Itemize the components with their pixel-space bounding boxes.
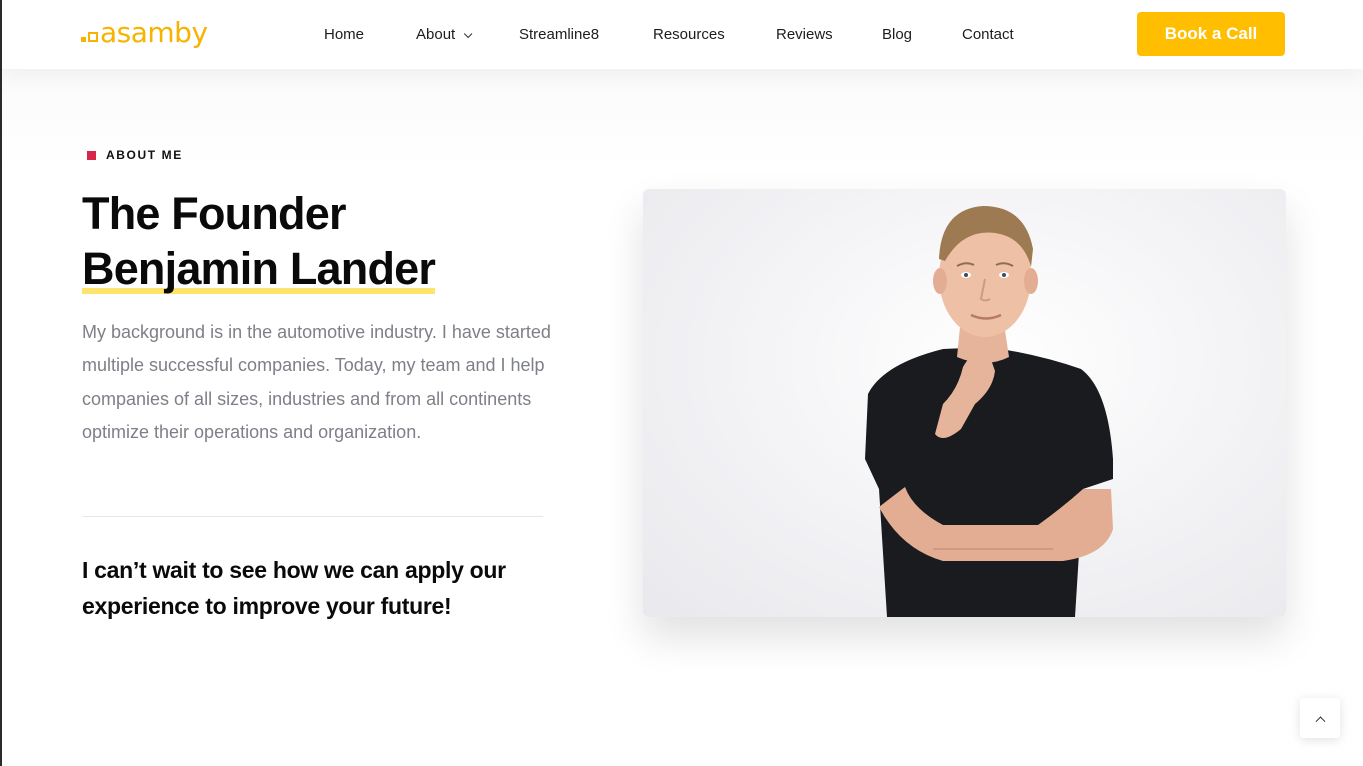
page-title: The Founder Benjamin Lander [82,186,436,298]
quote-text: I can’t wait to see how we can apply our… [82,557,506,619]
logo[interactable]: asamby [81,15,208,47]
logo-text: asamby [100,16,208,49]
square-bullet-icon [87,150,96,160]
back-to-top-button[interactable] [1300,698,1340,738]
eyebrow-label: ABOUT ME [106,148,183,162]
book-a-call-button[interactable]: Book a Call [1137,12,1285,56]
nav-item-contact[interactable]: Contact [962,26,1014,43]
section-eyebrow: ABOUT ME [87,148,183,162]
chevron-up-icon [1315,715,1325,726]
nav-item-blog[interactable]: Blog [882,26,912,43]
logo-mark-icon [81,32,98,47]
chevron-down-icon [464,29,473,39]
nav-item-reviews[interactable]: Reviews [776,26,833,43]
nav-item-resources[interactable]: Resources [653,26,725,43]
nav-item-home[interactable]: Home [324,26,364,43]
nav-item-about[interactable]: About [416,26,473,43]
site-header: asamby Home About Streamline8 Resources … [2,0,1363,69]
nav-item-about-label: About [416,26,456,43]
intro-paragraph: My background is in the automotive indus… [82,322,551,442]
divider [82,516,543,517]
founder-photo [643,189,1286,617]
title-line-1: The Founder [82,188,346,239]
page: asamby Home About Streamline8 Resources … [0,0,1363,766]
founder-portrait-illustration [865,206,1113,617]
title-name-highlighted: Benjamin Lander [82,241,436,298]
nav-item-streamline8[interactable]: Streamline8 [519,26,599,43]
